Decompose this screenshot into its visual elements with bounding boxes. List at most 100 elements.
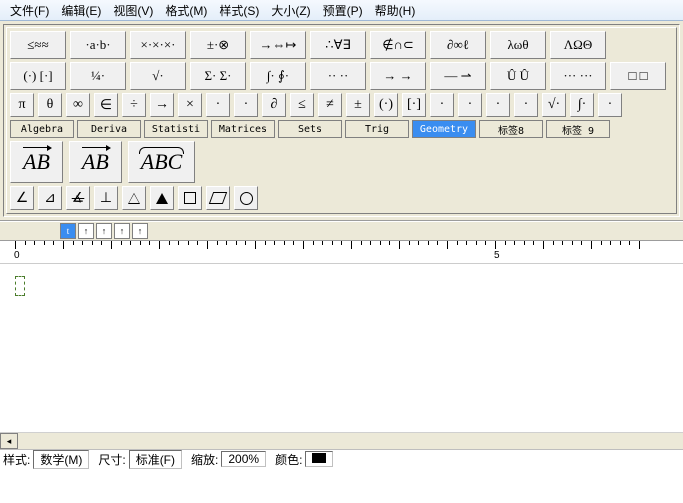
h-scrollbar[interactable]: ◂ bbox=[0, 432, 683, 449]
palette-sums[interactable]: Σ· Σ· bbox=[190, 62, 246, 90]
status-color-value[interactable] bbox=[305, 451, 333, 467]
palette-row-2: (·) [·] ¼· √· Σ· Σ· ∫· ∮· ·· ·· → → — ⇀ … bbox=[10, 62, 673, 90]
menu-format[interactable]: 格式(M) bbox=[159, 0, 213, 21]
palette-underover[interactable]: ·· ·· bbox=[310, 62, 366, 90]
palette-misc[interactable]: ∂∞ℓ bbox=[430, 31, 486, 59]
palette-greek-lower[interactable]: λωθ bbox=[490, 31, 546, 59]
palette-products[interactable]: — ⇀ bbox=[430, 62, 486, 90]
menu-style[interactable]: 样式(S) bbox=[213, 0, 265, 21]
palette-hats[interactable]: Û Û bbox=[490, 62, 546, 90]
shape-triangle-filled[interactable] bbox=[150, 186, 174, 210]
palette-row-1: ≤≈≈ ·a·b· ×·×·×· ±·⊗ →⇔↦ ∴∀∃ ∉∩⊂ ∂∞ℓ λωθ… bbox=[10, 31, 673, 59]
symbol-18[interactable]: · bbox=[514, 93, 538, 117]
palette-greek-upper[interactable]: ΛΩΘ bbox=[550, 31, 606, 59]
symbol-19[interactable]: √· bbox=[542, 93, 566, 117]
symbol-6[interactable]: × bbox=[178, 93, 202, 117]
palette-operators[interactable]: ±·⊗ bbox=[190, 31, 246, 59]
shape-perp[interactable]: ⊥ bbox=[94, 186, 118, 210]
page-tab-3[interactable]: ↑ bbox=[96, 223, 112, 239]
palette-label-arrows[interactable]: → → bbox=[370, 62, 426, 90]
color-swatch-icon bbox=[312, 453, 326, 463]
palette-fractions[interactable]: ¼· bbox=[70, 62, 126, 90]
symbol-5[interactable]: → bbox=[150, 93, 174, 117]
shape-not-angle[interactable]: ∡ bbox=[66, 186, 90, 210]
symbol-2[interactable]: ∞ bbox=[66, 93, 90, 117]
preview-vector-ab-1[interactable]: AB bbox=[10, 141, 63, 183]
status-size-value[interactable]: 标准(F) bbox=[129, 450, 182, 469]
page-tab-active[interactable]: t bbox=[60, 223, 76, 239]
tab-sets[interactable]: Sets bbox=[278, 120, 342, 138]
tab-标签 9[interactable]: 标签 9 bbox=[546, 120, 610, 138]
tab-statisti[interactable]: Statisti bbox=[144, 120, 208, 138]
symbol-12[interactable]: ± bbox=[346, 93, 370, 117]
shape-parallelogram[interactable] bbox=[206, 186, 230, 210]
symbol-14[interactable]: [·] bbox=[402, 93, 426, 117]
shape-angle[interactable]: ∠ bbox=[10, 186, 34, 210]
palette-set-theory[interactable]: ∉∩⊂ bbox=[370, 31, 426, 59]
status-style-label: 样式: bbox=[0, 451, 33, 468]
tab-algebra[interactable]: Algebra bbox=[10, 120, 74, 138]
symbol-13[interactable]: (·) bbox=[374, 93, 398, 117]
preview-arc-abc[interactable]: ABC bbox=[128, 141, 196, 183]
menu-help[interactable]: 帮助(H) bbox=[369, 0, 422, 21]
preview-vector-ab-2[interactable]: AB bbox=[69, 141, 122, 183]
palette-integrals[interactable]: ∫· ∮· bbox=[250, 62, 306, 90]
tab-matrices[interactable]: Matrices bbox=[211, 120, 275, 138]
status-style-value[interactable]: 数学(M) bbox=[33, 450, 89, 469]
palette-logic[interactable]: ∴∀∃ bbox=[310, 31, 366, 59]
shape-row: ∠ ⊿ ∡ ⊥ bbox=[10, 186, 673, 210]
ruler: 0 5 bbox=[0, 241, 683, 264]
shape-square[interactable] bbox=[178, 186, 202, 210]
symbol-9[interactable]: ∂ bbox=[262, 93, 286, 117]
symbol-8[interactable]: · bbox=[234, 93, 258, 117]
palette-spaces[interactable]: ·a·b· bbox=[70, 31, 126, 59]
page-tab-4[interactable]: ↑ bbox=[114, 223, 130, 239]
tab-row: AlgebraDerivaStatistiMatricesSetsTrigGeo… bbox=[10, 120, 673, 138]
symbol-21[interactable]: · bbox=[598, 93, 622, 117]
status-zoom-label: 缩放: bbox=[188, 451, 221, 468]
symbol-17[interactable]: · bbox=[486, 93, 510, 117]
shape-measured-angle[interactable]: ⊿ bbox=[38, 186, 62, 210]
ruler-mark-0: 0 bbox=[14, 250, 20, 261]
tab-geometry[interactable]: Geometry bbox=[412, 120, 476, 138]
symbol-11[interactable]: ≠ bbox=[318, 93, 342, 117]
palette-boxes[interactable]: □ □ bbox=[610, 62, 666, 90]
text-cursor bbox=[15, 276, 25, 296]
status-zoom-value[interactable]: 200% bbox=[221, 451, 266, 467]
symbol-7[interactable]: · bbox=[206, 93, 230, 117]
palette-embellish[interactable]: ×·×·×· bbox=[130, 31, 186, 59]
shape-triangle-open[interactable] bbox=[122, 186, 146, 210]
tab-标签8[interactable]: 标签8 bbox=[479, 120, 543, 138]
symbol-10[interactable]: ≤ bbox=[290, 93, 314, 117]
symbol-15[interactable]: · bbox=[430, 93, 454, 117]
symbol-3[interactable]: ∈ bbox=[94, 93, 118, 117]
status-bar: 样式: 数学(M) 尺寸: 标准(F) 缩放: 200% 颜色: bbox=[0, 449, 683, 468]
menu-file[interactable]: 文件(F) bbox=[4, 0, 55, 21]
symbol-4[interactable]: ÷ bbox=[122, 93, 146, 117]
menu-edit[interactable]: 编辑(E) bbox=[55, 0, 107, 21]
palette-arrows[interactable]: →⇔↦ bbox=[250, 31, 306, 59]
toolbox-panel: ≤≈≈ ·a·b· ×·×·×· ±·⊗ →⇔↦ ∴∀∃ ∉∩⊂ ∂∞ℓ λωθ… bbox=[0, 21, 683, 221]
palette-relations[interactable]: ≤≈≈ bbox=[10, 31, 66, 59]
menu-preset[interactable]: 预置(P) bbox=[317, 0, 369, 21]
symbol-row: πθ∞∈÷→×··∂≤≠±(·)[·]····√·∫·· bbox=[10, 93, 673, 117]
palette-roots[interactable]: √· bbox=[130, 62, 186, 90]
shape-circle[interactable] bbox=[234, 186, 258, 210]
symbol-20[interactable]: ∫· bbox=[570, 93, 594, 117]
tab-deriva[interactable]: Deriva bbox=[77, 120, 141, 138]
page-tab-5[interactable]: ↑ bbox=[132, 223, 148, 239]
palette-fences[interactable]: (·) [·] bbox=[10, 62, 66, 90]
palette-matrices[interactable]: ··· ··· bbox=[550, 62, 606, 90]
document-area[interactable] bbox=[0, 264, 683, 432]
scroll-left-icon[interactable]: ◂ bbox=[0, 433, 18, 449]
status-color-label: 颜色: bbox=[272, 451, 305, 468]
menu-view[interactable]: 视图(V) bbox=[107, 0, 159, 21]
menu-bar: 文件(F) 编辑(E) 视图(V) 格式(M) 样式(S) 大小(Z) 预置(P… bbox=[0, 0, 683, 21]
tab-trig[interactable]: Trig bbox=[345, 120, 409, 138]
symbol-16[interactable]: · bbox=[458, 93, 482, 117]
symbol-0[interactable]: π bbox=[10, 93, 34, 117]
page-tab-2[interactable]: ↑ bbox=[78, 223, 94, 239]
symbol-1[interactable]: θ bbox=[38, 93, 62, 117]
menu-size[interactable]: 大小(Z) bbox=[265, 0, 316, 21]
status-size-label: 尺寸: bbox=[95, 451, 128, 468]
